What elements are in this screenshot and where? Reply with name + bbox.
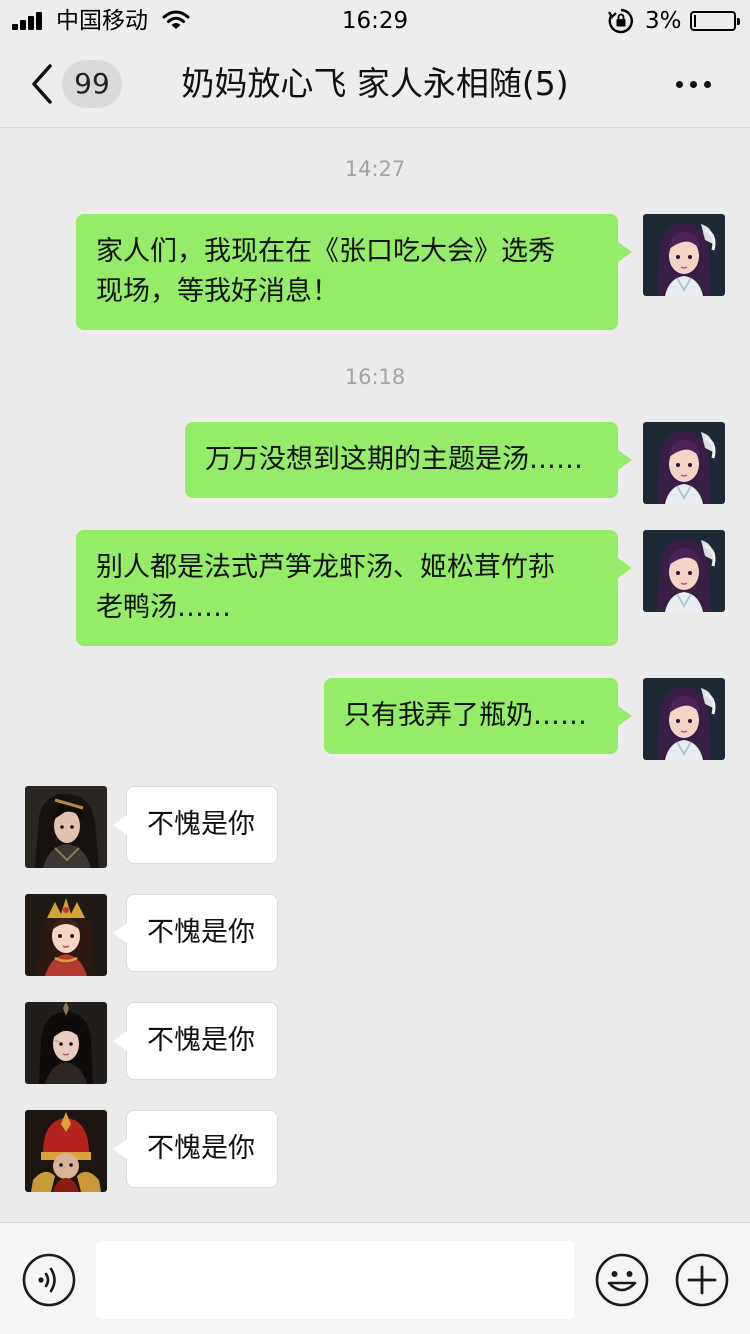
battery-fill bbox=[694, 15, 696, 27]
outgoing-message-bubble[interactable]: 只有我弄了瓶奶…… bbox=[324, 678, 632, 754]
outgoing-message-bubble[interactable]: 别人都是法式芦笋龙虾汤、姬松茸竹荪 老鸭汤…… bbox=[76, 530, 632, 646]
outgoing-message-bubble[interactable]: 家人们，我现在在《张口吃大会》选秀 现场，等我好消息！ bbox=[76, 214, 632, 330]
status-time: 16:29 bbox=[341, 8, 409, 34]
avatar-male-dark-hair[interactable] bbox=[25, 1002, 107, 1084]
outgoing-message-bubble[interactable]: 万万没想到这期的主题是汤…… bbox=[185, 422, 632, 498]
timestamp-label: 16:18 bbox=[344, 365, 406, 389]
timestamp-label: 14:27 bbox=[344, 157, 406, 181]
message-input[interactable] bbox=[96, 1241, 574, 1319]
avatar-female-purple-hair[interactable] bbox=[643, 422, 725, 504]
voice-icon[interactable] bbox=[22, 1253, 76, 1307]
incoming-message-bubble[interactable]: 不愧是你 bbox=[113, 1110, 278, 1188]
plus-circle-icon[interactable] bbox=[675, 1253, 729, 1307]
battery-icon bbox=[690, 11, 740, 31]
battery-percent: 3% bbox=[645, 8, 682, 34]
avatar-male-dark-swordsman[interactable] bbox=[25, 786, 107, 868]
avatar-female-purple-hair[interactable] bbox=[643, 530, 725, 612]
incoming-message-bubble[interactable]: 不愧是你 bbox=[113, 894, 278, 972]
chat-header: 99 奶妈放心飞 家人永相随(5) bbox=[0, 40, 750, 128]
status-bar: 中国移动 16:29 3% bbox=[0, 0, 750, 40]
chat-title: 奶妈放心飞 家人永相随(5) bbox=[181, 64, 569, 103]
avatar-female-purple-hair[interactable] bbox=[643, 214, 725, 296]
emoji-icon[interactable] bbox=[595, 1253, 649, 1307]
avatar-female-purple-hair[interactable] bbox=[643, 678, 725, 760]
more-dots-icon[interactable] bbox=[672, 70, 716, 98]
avatar-red-helmet-warrior[interactable] bbox=[25, 1110, 107, 1192]
rotation-lock-icon bbox=[608, 8, 633, 34]
avatar-female-gold-crown[interactable] bbox=[25, 894, 107, 976]
incoming-message-bubble[interactable]: 不愧是你 bbox=[113, 1002, 278, 1080]
incoming-message-bubble[interactable]: 不愧是你 bbox=[113, 786, 278, 864]
input-bar bbox=[0, 1222, 750, 1334]
